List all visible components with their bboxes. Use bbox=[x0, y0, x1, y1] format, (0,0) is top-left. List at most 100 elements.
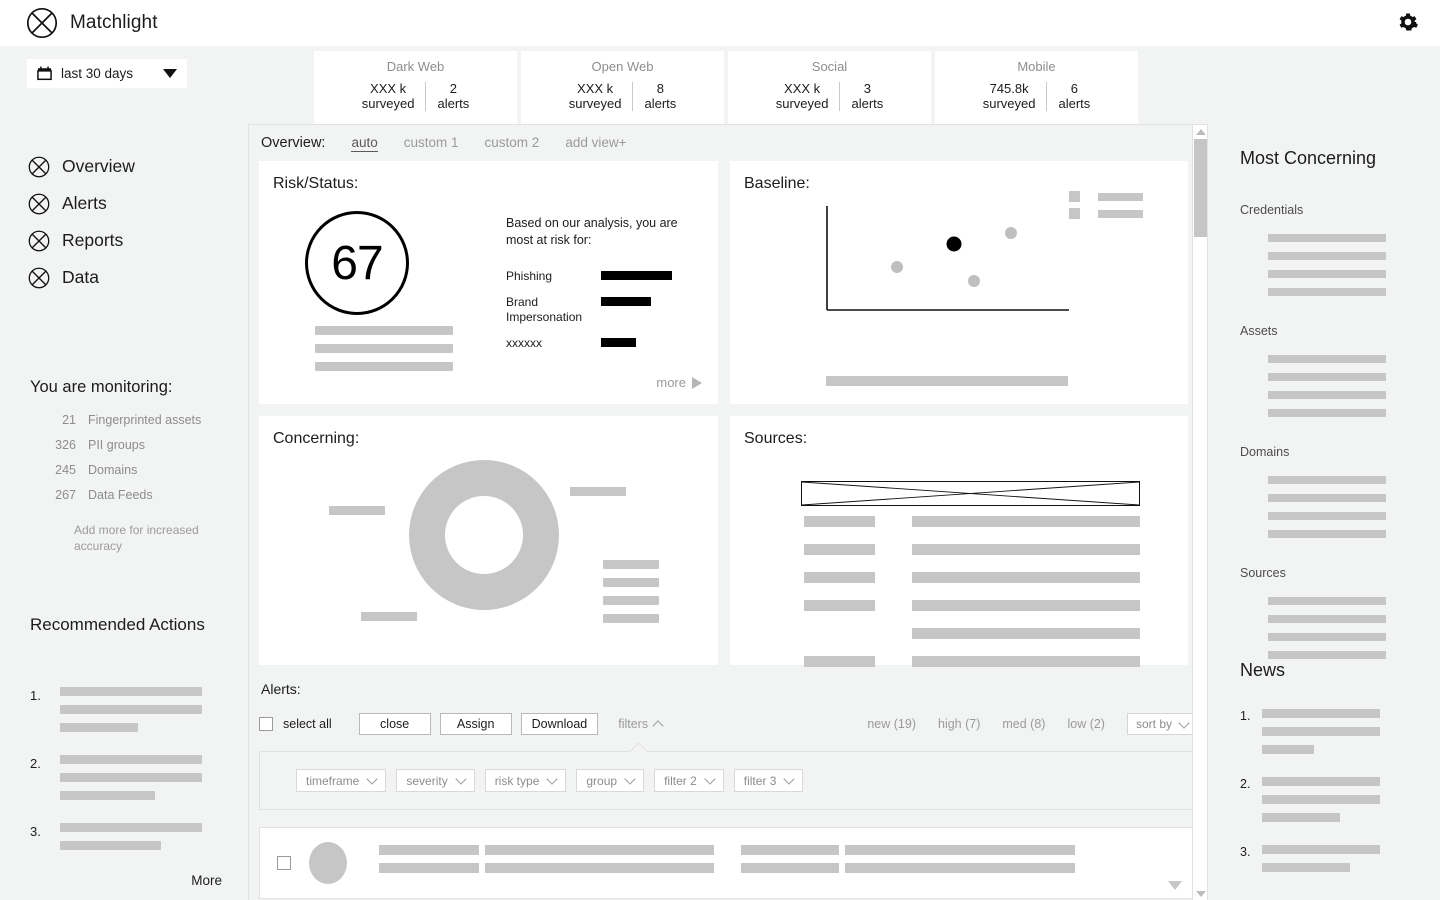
tab-custom-1[interactable]: custom 1 bbox=[404, 135, 459, 151]
placeholder-bar bbox=[60, 705, 202, 714]
vertical-scrollbar[interactable] bbox=[1192, 125, 1207, 900]
chevron-down-icon bbox=[704, 773, 716, 785]
filter-label: filter 2 bbox=[664, 773, 697, 788]
brand[interactable]: Matchlight bbox=[26, 7, 158, 39]
download-button[interactable]: Download bbox=[520, 713, 599, 735]
monitoring-count: 21 bbox=[62, 413, 76, 427]
close-button[interactable]: close bbox=[358, 713, 431, 735]
sources-table-placeholder bbox=[804, 516, 1140, 684]
stat-card-open-web[interactable]: Open Web XXX k surveyed 8 alerts bbox=[521, 51, 724, 124]
stat-card-social[interactable]: Social XXX k surveyed 3 alerts bbox=[728, 51, 931, 124]
rail-group-credentials: Credentials bbox=[1240, 203, 1425, 296]
recommended-actions-title: Recommended Actions bbox=[30, 615, 205, 634]
filter-panel: timeframe severity risk type group filte… bbox=[259, 742, 1197, 810]
stat-card-dark-web[interactable]: Dark Web XXX k surveyed 2 alerts bbox=[314, 51, 517, 124]
placeholder-bar bbox=[1262, 745, 1314, 754]
donut-label-placeholder bbox=[329, 506, 385, 515]
stat-card-mobile[interactable]: Mobile 745.8k surveyed 6 alerts bbox=[935, 51, 1138, 124]
sidebar-item-alerts[interactable]: Alerts bbox=[28, 185, 228, 222]
filter-3[interactable]: filter 3 bbox=[733, 769, 804, 792]
app-root: Matchlight last 30 days Dark Web XXX k s… bbox=[0, 0, 1440, 900]
placeholder-bar bbox=[379, 863, 479, 873]
filter-timeframe[interactable]: timeframe bbox=[296, 769, 387, 792]
table-cell bbox=[804, 572, 902, 600]
row-cell bbox=[845, 845, 1075, 881]
risk-status-card: Risk/Status: 67 Based on our analysis, y… bbox=[259, 161, 718, 404]
severity-new[interactable]: new (19) bbox=[867, 717, 916, 731]
list-item[interactable]: 1. bbox=[1240, 709, 1430, 763]
x-axis-label-placeholder bbox=[826, 376, 1068, 386]
placeholder-bar bbox=[1268, 288, 1386, 296]
tab-add-view[interactable]: add view+ bbox=[565, 135, 626, 151]
placeholder-bar bbox=[912, 572, 1140, 583]
alerts-label: alerts bbox=[644, 95, 677, 111]
list-item-number: 3. bbox=[30, 824, 41, 839]
monitoring-label: Domains bbox=[88, 463, 138, 477]
sidebar-nav: Overview Alerts Reports Data bbox=[28, 148, 228, 296]
monitoring-label: PII groups bbox=[88, 438, 145, 452]
list-item[interactable]: 3. bbox=[1240, 845, 1430, 881]
placeholder-bar bbox=[315, 362, 453, 371]
severity-low[interactable]: low (2) bbox=[1067, 717, 1105, 731]
filter-group[interactable]: group bbox=[576, 769, 645, 792]
scroll-up-button[interactable] bbox=[1193, 125, 1207, 139]
list-item[interactable]: 2. bbox=[30, 755, 250, 809]
surveyed-label: surveyed bbox=[775, 95, 829, 111]
card-title: Risk/Status: bbox=[273, 175, 359, 192]
list-item[interactable]: 1. bbox=[30, 687, 250, 741]
surveyed-stat: XXX k surveyed bbox=[765, 81, 840, 111]
sidebar-item-reports[interactable]: Reports bbox=[28, 222, 228, 259]
filter-panel-notch bbox=[629, 742, 648, 761]
sources-card: Sources: bbox=[730, 416, 1188, 667]
placeholder-bar bbox=[804, 544, 875, 555]
baseline-legend bbox=[1069, 191, 1143, 225]
list-item[interactable]: 3. bbox=[30, 823, 250, 859]
settings-button[interactable] bbox=[1394, 9, 1422, 37]
tab-auto[interactable]: auto bbox=[351, 135, 378, 152]
caret-down-icon[interactable] bbox=[1168, 881, 1182, 890]
severity-high[interactable]: high (7) bbox=[938, 717, 980, 731]
risk-more-link[interactable]: more bbox=[656, 375, 702, 390]
severity-med[interactable]: med (8) bbox=[1002, 717, 1045, 731]
sidebar-item-data[interactable]: Data bbox=[28, 259, 228, 296]
list-item[interactable]: 2. bbox=[1240, 777, 1430, 831]
tab-custom-2[interactable]: custom 2 bbox=[485, 135, 540, 151]
sidebar-item-overview[interactable]: Overview bbox=[28, 148, 228, 185]
table-cell bbox=[804, 600, 902, 628]
stat-card-values: 745.8k surveyed 6 alerts bbox=[972, 81, 1102, 112]
surveyed-stat: 745.8k surveyed bbox=[972, 81, 1047, 111]
donut-legend bbox=[603, 560, 663, 632]
placeholder-lines bbox=[1240, 234, 1425, 296]
filter-risk-type[interactable]: risk type bbox=[484, 769, 567, 792]
placeholder-bar bbox=[1268, 512, 1386, 520]
filter-2[interactable]: filter 2 bbox=[654, 769, 724, 792]
sort-by-dropdown[interactable]: sort by bbox=[1126, 713, 1197, 735]
news-title: News bbox=[1240, 660, 1286, 680]
scroll-down-button[interactable] bbox=[1193, 887, 1207, 900]
placeholder-bar bbox=[1262, 845, 1380, 854]
risk-bar bbox=[601, 270, 672, 280]
stat-card-title: Dark Web bbox=[386, 59, 445, 74]
risk-bar-row: Phishing bbox=[506, 269, 701, 283]
placeholder-lines bbox=[1262, 845, 1430, 881]
filter-severity[interactable]: severity bbox=[396, 769, 475, 792]
select-all-checkbox[interactable] bbox=[259, 717, 273, 731]
play-triangle-icon bbox=[692, 376, 702, 389]
placeholder-bar bbox=[741, 863, 839, 873]
card-title: Baseline: bbox=[744, 175, 810, 192]
assign-button[interactable]: Assign bbox=[439, 713, 512, 735]
scatter-point-highlight bbox=[946, 236, 962, 252]
recommended-actions-more-link[interactable]: More bbox=[30, 873, 250, 888]
placeholder-lines bbox=[1240, 597, 1425, 659]
filters-toggle[interactable]: filters bbox=[618, 717, 664, 732]
scrollbar-thumb[interactable] bbox=[1194, 139, 1207, 237]
list-item-number: 3. bbox=[1240, 845, 1251, 859]
alerts-value: 6 bbox=[1070, 81, 1078, 96]
monitoring-note[interactable]: Add more for increased accuracy bbox=[30, 522, 210, 554]
placeholder-bar bbox=[1268, 494, 1386, 502]
risk-lead-text: Based on our analysis, you are most at r… bbox=[506, 216, 678, 247]
row-checkbox[interactable] bbox=[277, 856, 291, 870]
table-row[interactable] bbox=[259, 827, 1197, 899]
date-range-picker[interactable]: last 30 days bbox=[27, 59, 187, 88]
table-cell bbox=[912, 516, 1140, 544]
